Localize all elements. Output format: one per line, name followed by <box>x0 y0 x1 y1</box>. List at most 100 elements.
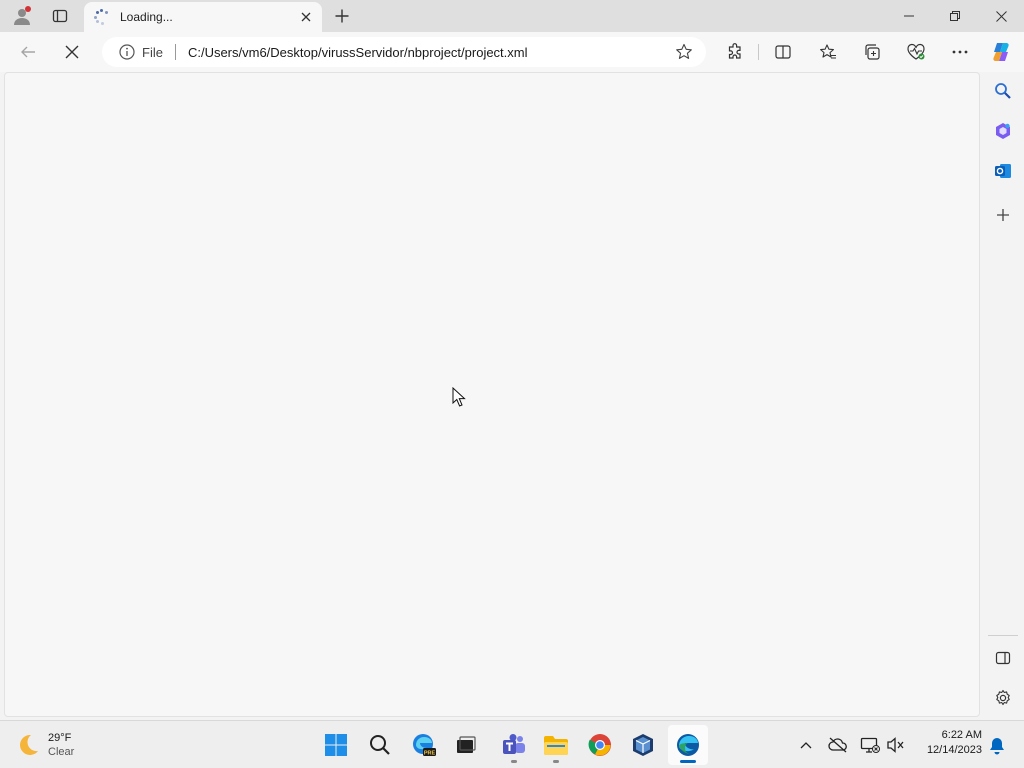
taskbar-teams[interactable] <box>494 725 534 765</box>
restore-button[interactable] <box>932 0 978 32</box>
taskbar-search-button[interactable] <box>360 725 400 765</box>
hide-sidebar-icon <box>995 651 1011 665</box>
address-url[interactable]: C:/Users/vm6/Desktop/virussServidor/nbpr… <box>188 45 670 60</box>
toolbar-divider <box>758 44 759 60</box>
favorites-button[interactable] <box>812 36 844 68</box>
bell-icon <box>990 738 1004 755</box>
close-icon <box>995 10 1007 22</box>
stop-loading-button[interactable] <box>56 36 88 68</box>
running-indicator <box>553 760 559 763</box>
weather-widget[interactable]: 29°F Clear <box>14 727 74 763</box>
sidebar-settings-button[interactable] <box>990 685 1016 711</box>
teams-icon <box>503 734 525 754</box>
web-page-content[interactable] <box>4 72 980 717</box>
network-icon <box>860 737 880 753</box>
search-icon <box>370 735 390 755</box>
extensions-button[interactable] <box>719 36 751 68</box>
edge-beta-icon: PRE <box>413 734 436 756</box>
sidebar-copilot-button[interactable] <box>990 118 1016 144</box>
volume-muted-icon <box>887 737 904 753</box>
minimize-button[interactable] <box>886 0 932 32</box>
start-button[interactable] <box>316 725 356 765</box>
onedrive-tray-button[interactable] <box>826 733 850 757</box>
more-icon <box>952 50 968 54</box>
taskbar-edge-beta[interactable]: PRE <box>404 725 444 765</box>
active-indicator <box>680 760 696 763</box>
address-separator <box>174 44 176 60</box>
taskbar-edge[interactable] <box>668 725 708 765</box>
clock-time: 6:22 AM <box>941 729 982 741</box>
start-icon <box>325 734 347 756</box>
svg-text:PRE: PRE <box>424 750 436 756</box>
active-tab[interactable]: Loading... <box>84 2 322 32</box>
edge-icon <box>677 734 699 756</box>
address-bar[interactable]: File C:/Users/vm6/Desktop/virussServidor… <box>102 37 706 67</box>
running-indicator <box>511 760 517 763</box>
tab-title: Loading... <box>120 10 173 24</box>
chevron-up-icon <box>800 742 812 749</box>
chrome-icon <box>588 734 611 756</box>
settings-and-more-button[interactable] <box>944 36 976 68</box>
browser-essentials-icon <box>907 43 925 60</box>
close-icon <box>301 12 311 22</box>
network-tray-button[interactable] <box>858 733 882 757</box>
browser-toolbar: File C:/Users/vm6/Desktop/virussServidor… <box>0 32 1024 72</box>
notifications-button[interactable] <box>986 735 1008 757</box>
copilot-button[interactable] <box>985 36 1017 68</box>
minimize-icon <box>904 15 914 17</box>
outlook-icon <box>995 164 1011 178</box>
favorite-star-icon <box>676 43 692 59</box>
taskbar-file-explorer[interactable] <box>536 725 576 765</box>
taskbar-chrome[interactable] <box>580 725 620 765</box>
file-explorer-icon <box>544 736 568 755</box>
weather-temperature: 29°F <box>48 732 72 744</box>
copilot-icon <box>993 43 1009 61</box>
cloud-offline-icon <box>828 737 847 753</box>
sidebar-add-button[interactable] <box>990 202 1016 228</box>
virtualbox-icon <box>633 734 653 756</box>
sidebar-outlook-button[interactable] <box>990 158 1016 184</box>
sidebar-divider <box>988 635 1018 636</box>
split-screen-icon <box>775 45 791 59</box>
close-window-button[interactable] <box>978 0 1024 32</box>
settings-icon <box>996 689 1010 706</box>
mouse-cursor-icon <box>452 386 466 413</box>
hide-sidebar-button[interactable] <box>990 645 1016 671</box>
task-view-icon <box>457 736 476 753</box>
collections-button[interactable] <box>856 36 888 68</box>
edge-sidebar <box>982 72 1024 718</box>
profile-button[interactable] <box>6 0 38 32</box>
task-view-button[interactable] <box>446 725 486 765</box>
weather-condition: Clear <box>48 746 75 758</box>
stop-icon <box>65 45 79 59</box>
extensions-icon <box>728 43 741 59</box>
add-favorite-button[interactable] <box>670 38 698 66</box>
browser-essentials-button[interactable] <box>900 36 932 68</box>
new-tab-button[interactable] <box>328 0 356 32</box>
back-icon <box>21 46 35 58</box>
clock-date: 12/14/2023 <box>926 744 982 756</box>
split-screen-button[interactable] <box>767 36 799 68</box>
favorites-icon <box>820 44 836 59</box>
taskbar-virtualbox[interactable] <box>623 725 663 765</box>
add-icon <box>997 209 1009 221</box>
moon-icon <box>20 734 38 755</box>
collections-icon <box>865 44 880 60</box>
windows-taskbar: 29°F Clear PRE 6:22 AM 12/14/2023 <box>0 720 1024 768</box>
site-info-button[interactable] <box>118 43 136 61</box>
tab-close-button[interactable] <box>298 9 314 25</box>
show-hidden-icons-button[interactable] <box>794 733 818 757</box>
search-icon <box>995 83 1011 99</box>
tab-actions-button[interactable] <box>44 0 76 32</box>
back-button[interactable] <box>12 36 44 68</box>
sidebar-search-button[interactable] <box>990 78 1016 104</box>
tab-actions-icon <box>52 9 68 23</box>
address-scheme-label: File <box>142 44 163 60</box>
volume-tray-button[interactable] <box>884 733 908 757</box>
tab-strip: Loading... <box>0 0 1024 32</box>
taskbar-clock[interactable]: 6:22 AM 12/14/2023 <box>914 729 982 756</box>
copilot-sidebar-icon <box>996 123 1010 139</box>
plus-icon <box>335 9 349 23</box>
loading-spinner-icon <box>94 9 110 25</box>
restore-icon <box>950 11 960 21</box>
